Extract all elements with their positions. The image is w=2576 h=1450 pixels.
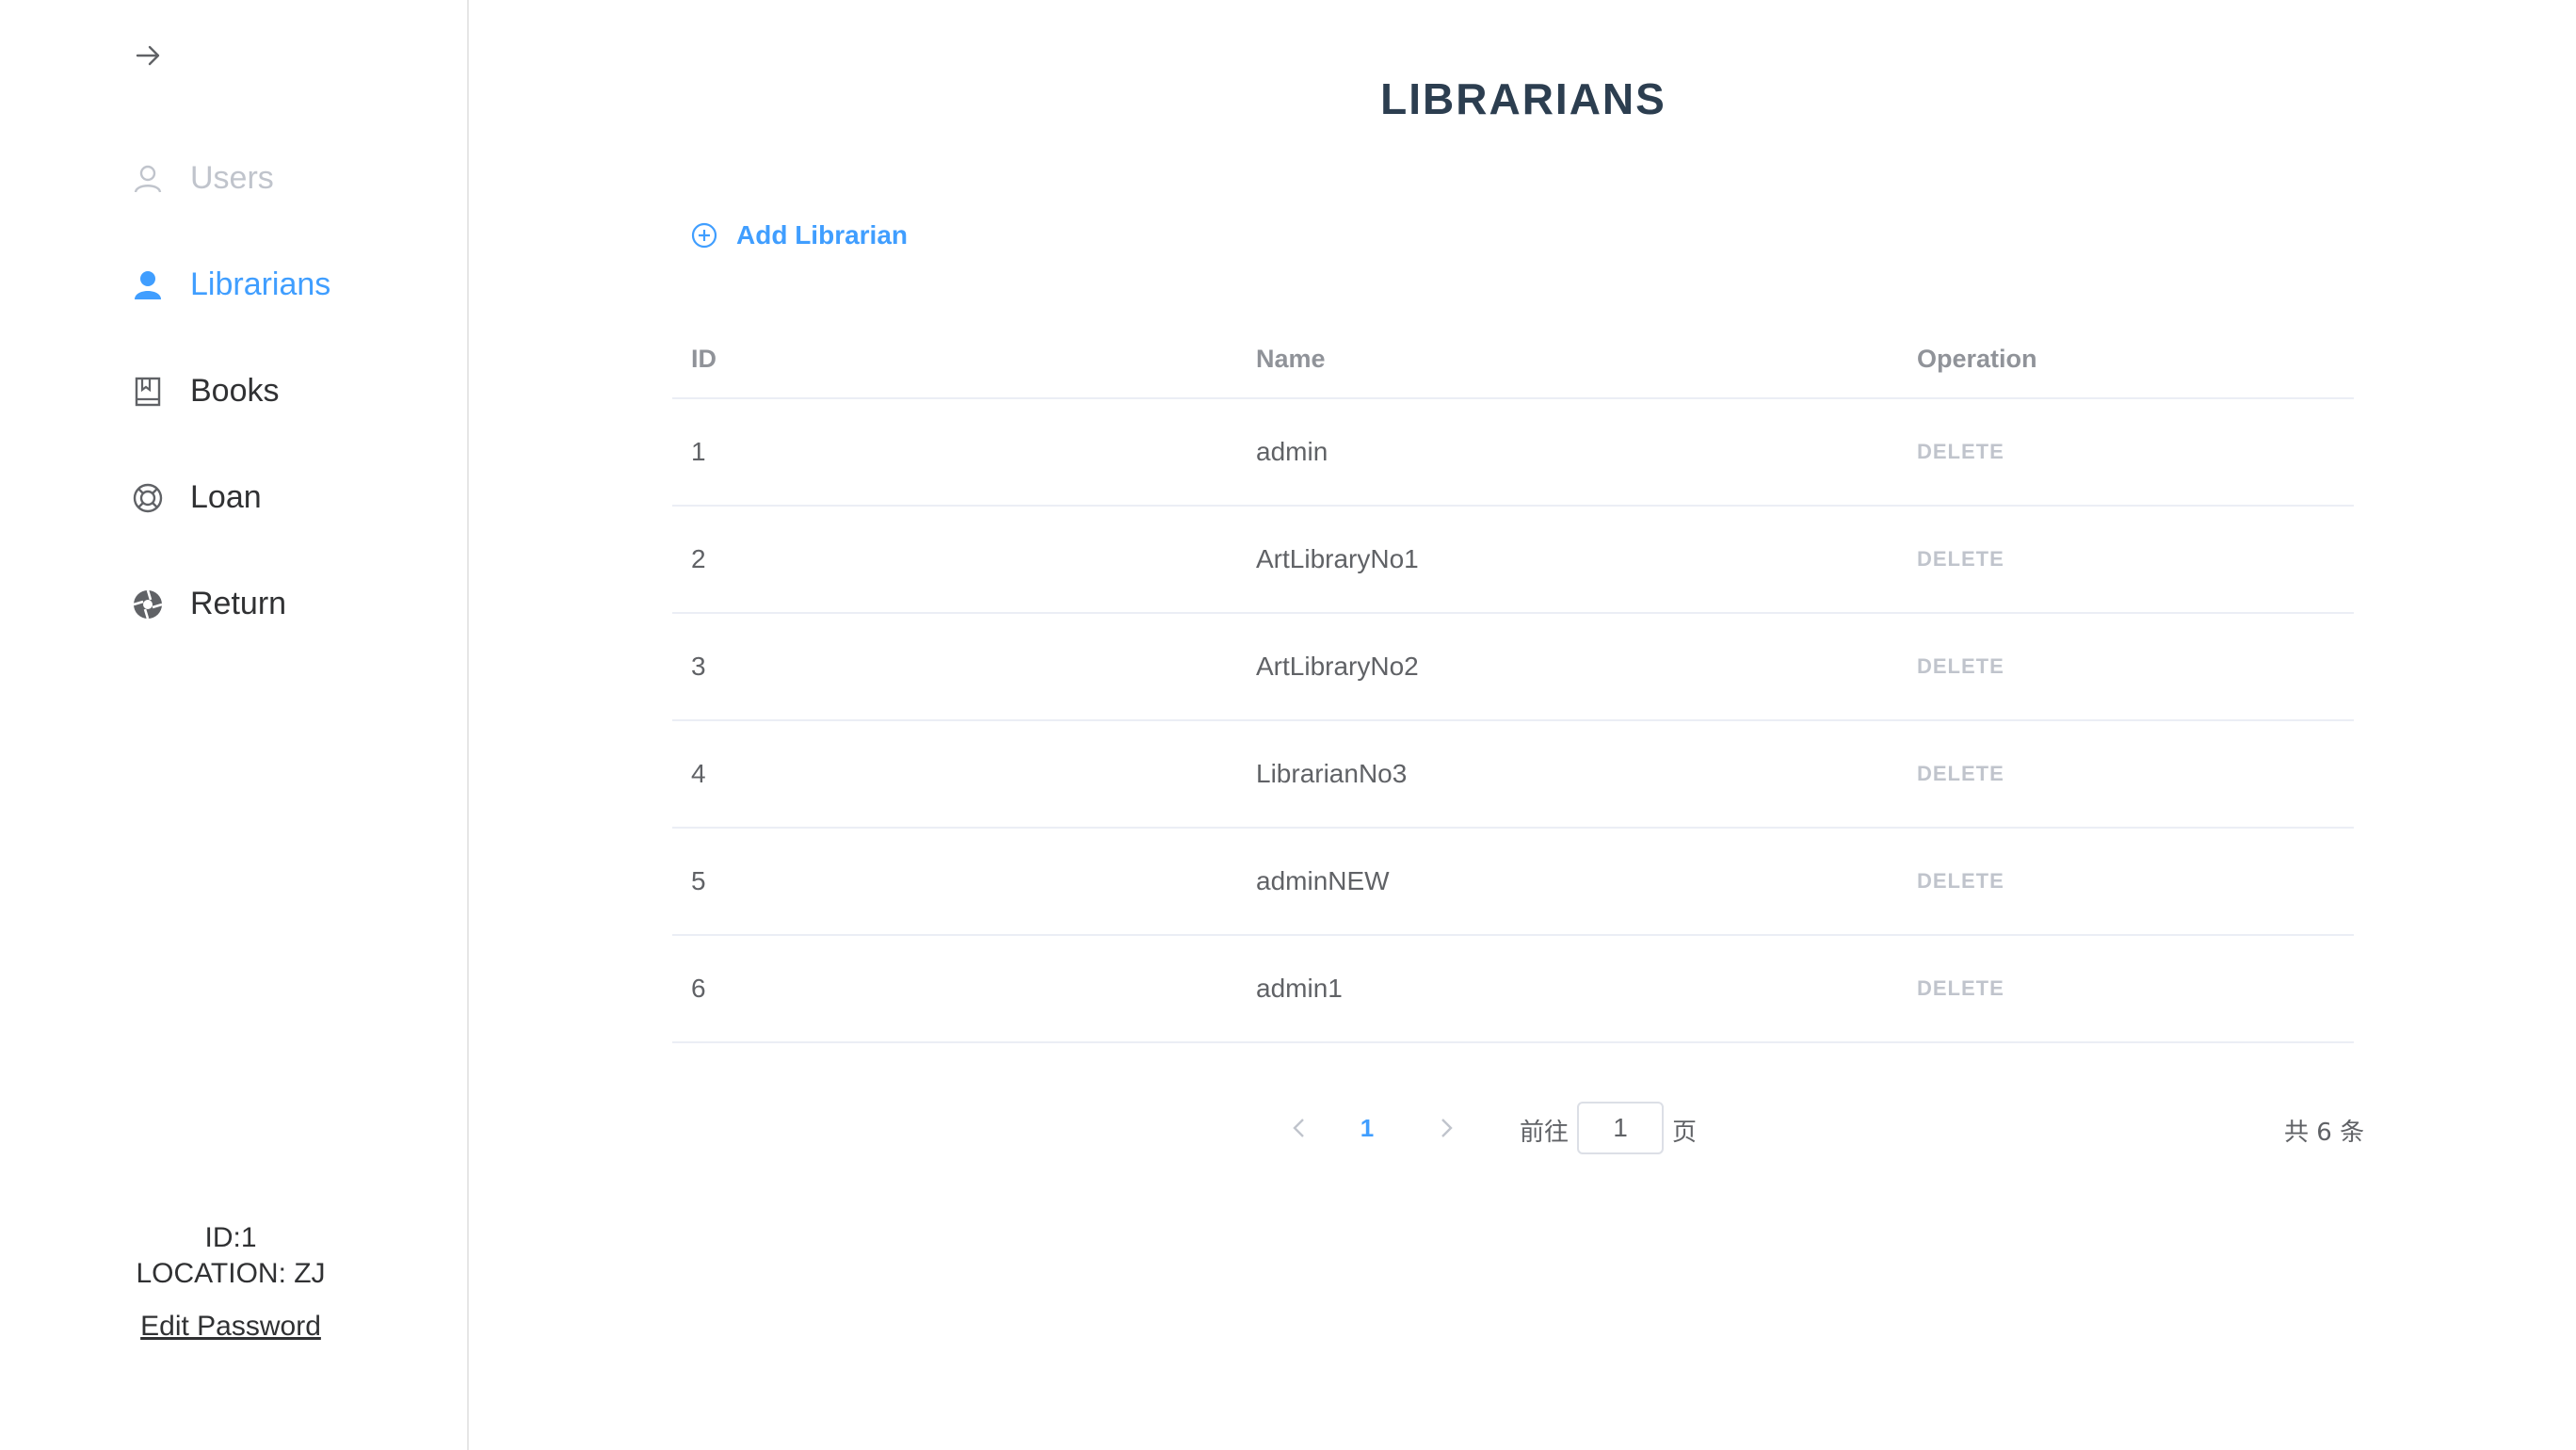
cell-name: admin xyxy=(1256,437,1328,466)
sidebar-item-label: Return xyxy=(190,586,287,621)
main-content: LIBRARIANS Add Librarian ID Name Operati… xyxy=(471,0,2576,1450)
cell-id: 4 xyxy=(691,759,706,788)
user-icon xyxy=(132,163,164,195)
table-row: 2 ArtLibraryNo1 DELETE xyxy=(672,507,2354,614)
cell-name: LibrarianNo3 xyxy=(1256,759,1408,788)
notebook-icon xyxy=(132,376,164,408)
goto-label: 前往 xyxy=(1520,1119,1570,1147)
add-librarian-button[interactable]: Add Librarian xyxy=(691,220,908,250)
total-count: 共 6 条 xyxy=(2284,1119,2365,1147)
sidebar-item-loan[interactable]: Loan xyxy=(0,444,467,551)
user-id: ID:1 xyxy=(204,1222,257,1253)
cell-name: ArtLibraryNo2 xyxy=(1256,652,1419,681)
table-row: 6 admin1 DELETE xyxy=(672,936,2354,1043)
lifebuoy-icon xyxy=(132,482,164,514)
goto-page-input[interactable] xyxy=(1577,1102,1664,1154)
cell-id: 5 xyxy=(691,866,706,895)
sidebar-item-label: Books xyxy=(190,373,280,409)
cell-name: ArtLibraryNo1 xyxy=(1256,544,1419,573)
circle-plus-icon xyxy=(691,222,717,249)
collapse-toggle-button[interactable] xyxy=(130,38,166,73)
user-location: LOCATION: ZJ xyxy=(136,1258,326,1289)
table-header: ID Name Operation xyxy=(672,320,2354,399)
chevron-left-icon xyxy=(1293,1119,1304,1137)
cell-name: admin1 xyxy=(1256,974,1343,1003)
sidebar-menu: Users Librarians Books Loan Return xyxy=(0,125,467,657)
page-title: LIBRARIANS xyxy=(1380,74,1666,123)
sidebar-item-librarians[interactable]: Librarians xyxy=(0,232,467,338)
cell-id: 1 xyxy=(691,437,706,466)
sidebar-item-users[interactable]: Users xyxy=(0,125,467,232)
cell-name: adminNEW xyxy=(1256,866,1390,895)
edit-password-link[interactable]: Edit Password xyxy=(94,1311,367,1343)
table-row: 5 adminNEW DELETE xyxy=(672,829,2354,936)
delete-button[interactable]: DELETE xyxy=(1917,547,2004,571)
page-number-current[interactable]: 1 xyxy=(1352,1109,1382,1147)
cell-id: 3 xyxy=(691,652,706,681)
prev-page-button[interactable] xyxy=(1282,1111,1316,1145)
arrow-right-icon xyxy=(136,45,160,66)
aperture-icon xyxy=(132,588,164,620)
user-info: ID:1 LOCATION: ZJ xyxy=(94,1220,367,1292)
delete-button[interactable]: DELETE xyxy=(1917,762,2004,785)
cell-id: 2 xyxy=(691,544,706,573)
add-librarian-label: Add Librarian xyxy=(736,220,909,250)
user-filled-icon xyxy=(132,269,164,301)
sidebar-item-label: Librarians xyxy=(190,266,331,302)
sidebar: Users Librarians Books Loan Return ID:1 … xyxy=(0,0,469,1450)
table-row: 1 admin DELETE xyxy=(672,399,2354,507)
page-unit-label: 页 xyxy=(1672,1119,1698,1147)
sidebar-item-return[interactable]: Return xyxy=(0,551,467,657)
pagination: 1 前往 页 共 6 条 xyxy=(471,1102,2576,1154)
librarians-table: ID Name Operation 1 admin DELETE 2 ArtLi… xyxy=(672,320,2354,1043)
delete-button[interactable]: DELETE xyxy=(1917,440,2004,463)
table-row: 4 LibrarianNo3 DELETE xyxy=(672,721,2354,829)
next-page-button[interactable] xyxy=(1429,1111,1463,1145)
column-header-id: ID xyxy=(691,344,716,373)
delete-button[interactable]: DELETE xyxy=(1917,869,2004,893)
table-row: 3 ArtLibraryNo2 DELETE xyxy=(672,614,2354,721)
chevron-right-icon xyxy=(1441,1119,1453,1137)
cell-id: 6 xyxy=(691,974,706,1003)
sidebar-item-label: Users xyxy=(190,160,274,196)
sidebar-item-label: Loan xyxy=(190,479,262,515)
delete-button[interactable]: DELETE xyxy=(1917,654,2004,678)
column-header-name: Name xyxy=(1256,344,1326,373)
delete-button[interactable]: DELETE xyxy=(1917,976,2004,1000)
column-header-operation: Operation xyxy=(1917,344,2037,373)
sidebar-item-books[interactable]: Books xyxy=(0,338,467,444)
